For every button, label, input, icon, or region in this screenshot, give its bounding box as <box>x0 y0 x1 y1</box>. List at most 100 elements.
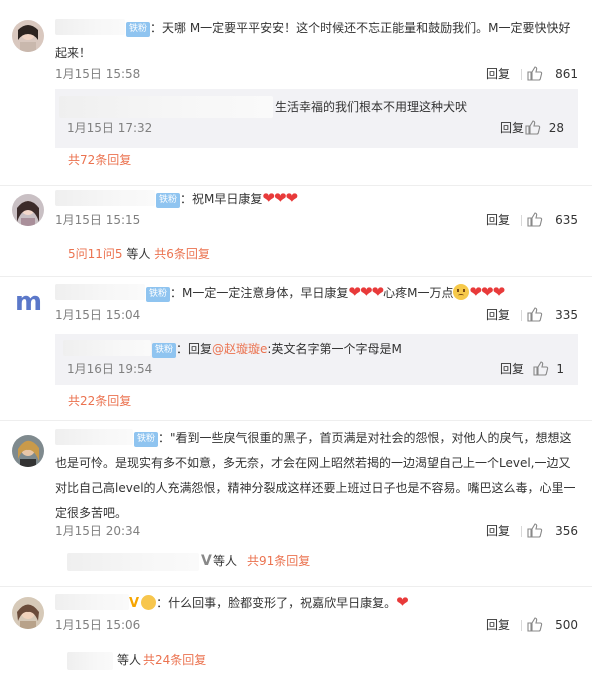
like-button[interactable]: 635 <box>526 211 578 229</box>
timestamp: 1月15日 20:34 <box>55 524 141 538</box>
like-count: 500 <box>555 618 578 632</box>
more-replies-link[interactable]: 5问11问5 等人 共6条回复 <box>68 245 210 263</box>
reply-username[interactable] <box>67 652 113 670</box>
reply-text: 生活幸福的我们根本不用理这种犬吠 <box>275 100 468 114</box>
avatar[interactable] <box>12 597 44 629</box>
reply-box: 铁粉 ：回复@赵璇璇e:英文名字第一个字母是M 1月16日 19:54 回复 1 <box>55 334 578 385</box>
comment-item: V ：什么回事，脸都变形了，祝嘉欣早日康复。❤ 1月15日 15:06 回复 50… <box>0 587 592 687</box>
verified-v-icon: V <box>201 553 212 569</box>
comment-meta: 1月15日 15:58 回复 861 <box>55 65 578 83</box>
avatar[interactable]: m <box>12 285 44 317</box>
comment-body: 铁粉 ：M一定一定注意身体，早日康复❤❤❤心疼M一万点 ❤❤❤ <box>55 280 578 306</box>
username[interactable] <box>55 190 155 206</box>
reply-box: 生活幸福的我们根本不用理这种犬吠 1月15日 17:32 回复 28 <box>55 89 578 148</box>
fan-badge: 铁粉 <box>146 287 171 302</box>
svg-text:m: m <box>15 287 42 317</box>
like-button[interactable]: 861 <box>526 65 578 83</box>
comment-text-continued: 心疼M一万点 <box>383 286 454 300</box>
heart-emoji: ❤❤❤ <box>262 189 298 207</box>
like-count: 28 <box>548 121 564 135</box>
reply-prefix: ：回复 <box>176 342 213 356</box>
like-count: 335 <box>555 308 578 322</box>
avatar[interactable] <box>12 20 44 52</box>
comment-body: 铁粉 ："看到一些戾气很重的黑子，首页满是对社会的怨恨，对他人的戾气，想想这也是可… <box>55 426 578 526</box>
thumbs-up-icon <box>527 212 543 227</box>
like-count: 356 <box>555 524 578 538</box>
more-replies-link[interactable]: 共24条回复 <box>143 651 206 669</box>
avatar[interactable] <box>12 194 44 226</box>
more-replies-link[interactable]: 共72条回复 <box>68 151 131 169</box>
more-replies-link[interactable]: 共91条回复 <box>247 552 310 570</box>
sad-face-emoji <box>453 284 470 300</box>
reply-like-button[interactable]: 1 <box>530 360 564 378</box>
timestamp: 1月15日 15:15 <box>55 213 141 227</box>
comment-text: ：M一定一定注意身体，早日康复 <box>170 286 349 300</box>
divider <box>521 526 522 537</box>
reply-like-button[interactable]: 28 <box>525 119 564 137</box>
comment-meta: 1月15日 15:04 回复 335 <box>55 306 578 324</box>
sparkle-icon <box>141 595 157 610</box>
comment-meta: 1月15日 15:15 回复 635 <box>55 211 578 229</box>
reply-button[interactable]: 回复 <box>486 616 510 634</box>
comment-meta: 1月15日 20:34 回复 356 <box>55 522 578 540</box>
more-replies-box: V 等人 共91条回复 <box>55 548 578 575</box>
comment-item: 铁粉 ："看到一些戾气很重的黑子，首页满是对社会的怨恨，对他人的戾气，想想这也是可… <box>0 421 592 587</box>
timestamp: 1月15日 15:04 <box>55 308 141 322</box>
reply-user-link[interactable]: 5问11问5 <box>68 247 123 261</box>
divider <box>521 215 522 226</box>
timestamp: 1月15日 15:58 <box>55 67 141 81</box>
divider <box>521 310 522 321</box>
reply-username[interactable] <box>67 553 199 571</box>
comment-body: 铁粉 ：天哪 M一定要平平安安！这个时候还不忘正能量和鼓励我们。M一定要快快好起来… <box>55 16 578 66</box>
thumbs-up-icon <box>527 523 543 538</box>
reply-button[interactable]: 回复 <box>486 522 510 540</box>
more-replies-count[interactable]: 共6条回复 <box>154 247 210 261</box>
thumbs-up-icon <box>533 361 549 376</box>
more-prefix-text: 等人 <box>122 247 155 261</box>
reply-text: :英文名字第一个字母是M <box>267 342 402 356</box>
like-count: 635 <box>555 213 578 227</box>
comment-item: 铁粉 ：祝M早日康复❤❤❤ 1月15日 15:15 回复 635 5问11问5 等… <box>0 186 592 277</box>
comment-text: ：祝M早日康复 <box>180 192 263 206</box>
like-button[interactable]: 356 <box>526 522 578 540</box>
thumbs-up-icon <box>527 307 543 322</box>
comment-body: 铁粉 ：祝M早日康复❤❤❤ <box>55 186 578 212</box>
reply-button[interactable]: 回复 <box>486 306 510 324</box>
username[interactable] <box>55 284 145 300</box>
reply-timestamp: 1月15日 17:32 <box>67 121 153 135</box>
heart-emoji: ❤❤❤ <box>469 283 505 301</box>
like-button[interactable]: 500 <box>526 616 578 634</box>
more-replies-link[interactable]: 共22条回复 <box>68 392 131 410</box>
reply-reply-button[interactable]: 回复 <box>500 119 524 137</box>
username[interactable] <box>55 594 129 610</box>
fan-badge: 铁粉 <box>126 22 151 37</box>
divider <box>521 620 522 631</box>
username[interactable] <box>55 19 125 35</box>
heart-emoji: ❤❤❤ <box>348 283 384 301</box>
thumbs-up-icon <box>525 120 541 135</box>
reply-reply-button[interactable]: 回复 <box>500 360 524 378</box>
timestamp: 1月15日 15:06 <box>55 618 141 632</box>
fan-badge: 铁粉 <box>156 193 181 208</box>
fan-badge: 铁粉 <box>152 343 177 358</box>
divider <box>521 69 522 80</box>
thumbs-up-icon <box>527 617 543 632</box>
comment-item: 铁粉 ：天哪 M一定要平平安安！这个时候还不忘正能量和鼓励我们。M一定要快快好起来… <box>0 0 592 186</box>
reply-timestamp: 1月16日 19:54 <box>67 362 153 376</box>
fan-badge: 铁粉 <box>134 432 159 447</box>
reply-username[interactable] <box>59 96 273 118</box>
reply-username[interactable] <box>63 340 151 356</box>
verified-v-icon: V <box>129 596 140 611</box>
comment-body: V ：什么回事，脸都变形了，祝嘉欣早日康复。❤ <box>55 590 578 616</box>
like-button[interactable]: 335 <box>526 306 578 324</box>
avatar[interactable] <box>12 435 44 467</box>
more-prefix-text: 等人 <box>117 653 142 667</box>
username[interactable] <box>55 429 133 445</box>
reply-button[interactable]: 回复 <box>486 211 510 229</box>
reply-button[interactable]: 回复 <box>486 65 510 83</box>
more-prefix-text: 等人 <box>213 554 238 568</box>
more-replies-box: 等人 共24条回复 <box>55 647 578 674</box>
mention-link[interactable]: @赵璇璇e <box>212 342 267 356</box>
like-count: 861 <box>555 67 578 81</box>
comment-meta: 1月15日 15:06 回复 500 <box>55 616 578 634</box>
